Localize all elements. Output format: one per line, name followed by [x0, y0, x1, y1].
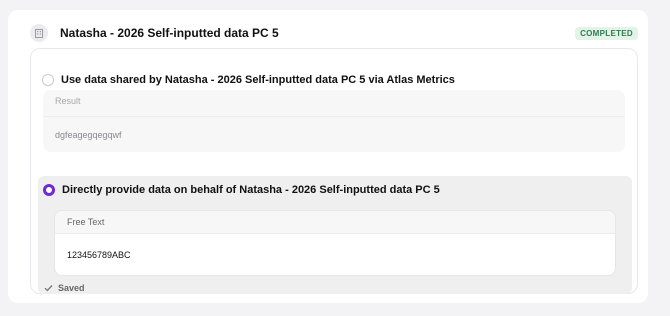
shared-result-box: Result dgfeagegqegqwf	[43, 90, 625, 152]
building-icon	[30, 24, 48, 42]
free-text-header	[55, 211, 615, 234]
free-text-value[interactable]: 123456789ABC	[67, 250, 131, 260]
free-text-field[interactable]: Free Text 123456789ABC	[54, 210, 616, 276]
saved-status: Saved	[44, 279, 85, 297]
result-value: dgfeagegqegqwf	[55, 130, 122, 140]
direct-data-panel: Directly provide data on behalf of Natas…	[38, 176, 632, 294]
direct-data-radio[interactable]	[43, 184, 55, 196]
free-text-label: Free Text	[67, 217, 105, 227]
option-direct-data[interactable]: Directly provide data on behalf of Natas…	[43, 184, 440, 196]
data-request-card: Natasha - 2026 Self-inputted data PC 5 C…	[8, 10, 648, 303]
page-title: Natasha - 2026 Self-inputted data PC 5	[60, 26, 279, 40]
direct-data-label: Directly provide data on behalf of Natas…	[62, 184, 440, 196]
check-icon	[44, 279, 53, 297]
result-divider	[43, 116, 625, 117]
saved-label: Saved	[58, 283, 85, 293]
result-label: Result	[55, 96, 81, 106]
option-shared-data[interactable]: Use data shared by Natasha - 2026 Self-i…	[42, 74, 455, 86]
shared-data-radio[interactable]	[42, 74, 54, 86]
status-badge: COMPLETED	[575, 26, 638, 40]
card-header: Natasha - 2026 Self-inputted data PC 5 C…	[30, 22, 638, 44]
shared-data-label: Use data shared by Natasha - 2026 Self-i…	[61, 74, 455, 86]
data-source-options: Use data shared by Natasha - 2026 Self-i…	[30, 48, 638, 294]
